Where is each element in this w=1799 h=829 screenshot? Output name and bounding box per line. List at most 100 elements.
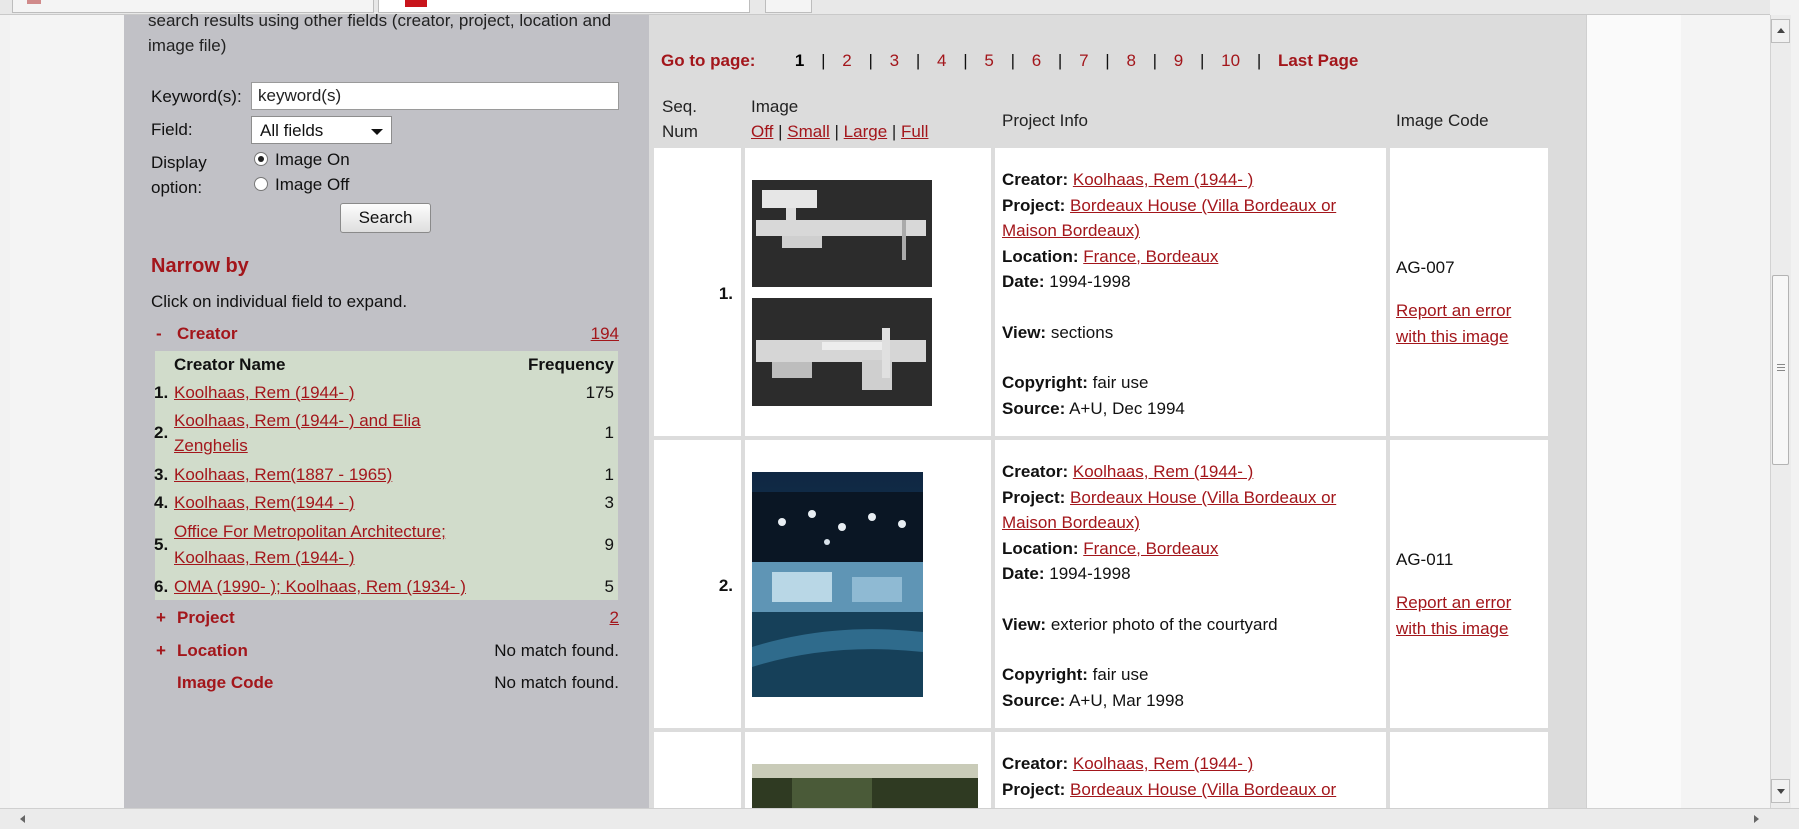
page-link-7[interactable]: 7 [1079, 51, 1088, 70]
image-on-radio[interactable] [254, 152, 268, 166]
thumbnail-detail [792, 778, 872, 808]
project-link[interactable]: Bordeaux House (Villa Bordeaux or [1070, 780, 1336, 799]
view-value: sections [1050, 322, 1114, 342]
creator-facet-table: Creator Name Frequency 1. Koolhaas, Rem … [154, 351, 618, 600]
copyright-value: fair use [1092, 665, 1149, 684]
facet-creator[interactable]: - Creator 194 [153, 324, 619, 350]
copyright-value: fair use [1092, 373, 1149, 392]
page-link-5[interactable]: 5 [984, 51, 993, 70]
facet-creator-count[interactable]: 194 [591, 324, 619, 344]
pager-separator: | [868, 51, 873, 70]
bar-separator: | [778, 122, 783, 141]
creator-link[interactable]: Koolhaas, Rem (1944- ) [1073, 462, 1253, 481]
creator-link[interactable]: Koolhaas, Rem (1944- ) [174, 383, 354, 403]
seq-number: 2. [718, 576, 733, 595]
search-button[interactable]: Search [340, 203, 431, 233]
image-full-link[interactable]: Full [901, 122, 928, 141]
arrow-left-icon[interactable] [20, 815, 25, 823]
field-select-value: All fields [260, 121, 324, 140]
row-number: 5. [154, 535, 169, 554]
image-off-link[interactable]: Off [751, 122, 773, 141]
source-value: A+U, Mar 1998 [1069, 690, 1184, 710]
image-large-link[interactable]: Large [844, 122, 887, 141]
facet-project[interactable]: + Project 2 [153, 608, 619, 634]
facet-project-count[interactable]: 2 [610, 608, 619, 628]
date-key: Date: [1002, 564, 1045, 583]
facet-creator-label[interactable]: Creator [177, 324, 237, 344]
page-link-6[interactable]: 6 [1032, 51, 1041, 70]
project-link-cont[interactable]: Maison Bordeaux) [1002, 221, 1140, 240]
location-key: Location: [1002, 538, 1079, 558]
facet-location-label[interactable]: Location [177, 641, 248, 661]
creator-link[interactable]: OMA (1990- ); Koolhaas, Rem (1934- ) [174, 577, 466, 597]
creator-link[interactable]: Office For Metropolitan Architecture; [174, 522, 446, 542]
report-error-line2[interactable]: with this image [1396, 619, 1508, 638]
location-link[interactable]: France, Bordeaux [1083, 539, 1218, 558]
project-link[interactable]: Bordeaux House (Villa Bordeaux or [1070, 488, 1336, 507]
creator-link[interactable]: Koolhaas, Rem (1944- ) [1073, 754, 1253, 773]
scroll-down-button[interactable] [1771, 779, 1790, 803]
display-option-label: Display option: [151, 153, 207, 197]
creator-link-cont[interactable]: Koolhaas, Rem (1944- ) [174, 548, 354, 568]
seq-header-line2: Num [662, 122, 698, 141]
image-off-radio[interactable] [254, 177, 268, 191]
image-off-label: Image Off [275, 175, 350, 194]
report-error-line1[interactable]: Report an error [1396, 301, 1511, 320]
facet-image-code: Image Code No match found. [153, 673, 619, 699]
pagination: Go to page: 1 | 2 | 3 | 4 | 5 | 6 | 7 | … [661, 51, 1358, 71]
facet-project-label[interactable]: Project [177, 608, 235, 628]
horizontal-scrollbar[interactable] [0, 808, 1799, 829]
report-error-line1[interactable]: Report an error [1396, 593, 1511, 612]
image-code-header: Image Code [1396, 111, 1489, 130]
pager-separator: | [1010, 51, 1015, 70]
result-thumbnail[interactable] [752, 764, 978, 808]
page-link-9[interactable]: 9 [1174, 51, 1183, 70]
location-link[interactable]: France, Bordeaux [1083, 247, 1218, 266]
narrow-by-heading: Narrow by [151, 255, 249, 277]
expand-icon[interactable]: + [156, 641, 166, 661]
project-link[interactable]: Bordeaux House (Villa Bordeaux or [1070, 196, 1336, 215]
search-intro-text: search results using other fields (creat… [148, 11, 612, 55]
scroll-up-button[interactable] [1771, 19, 1790, 43]
project-info: Creator: Koolhaas, Rem (1944- ) Project:… [1002, 751, 1380, 802]
page-link-8[interactable]: 8 [1126, 51, 1135, 70]
creator-link[interactable]: Koolhaas, Rem (1944- ) and Elia [174, 411, 421, 431]
expand-icon[interactable]: + [156, 608, 166, 628]
row-number: 3. [154, 465, 169, 484]
report-error-line2[interactable]: with this image [1396, 327, 1508, 346]
page-link-2[interactable]: 2 [842, 51, 851, 70]
arrow-right-icon[interactable] [1754, 815, 1759, 823]
page-link-3[interactable]: 3 [890, 51, 899, 70]
keyword-input[interactable] [251, 82, 619, 110]
pager-separator: | [1105, 51, 1110, 70]
creator-link[interactable]: Koolhaas, Rem (1944- ) [1073, 170, 1253, 189]
project-info-header: Project Info [1002, 111, 1088, 130]
creator-link-cont[interactable]: Zenghelis [174, 436, 248, 456]
creator-link[interactable]: Koolhaas, Rem(1887 - 1965) [174, 465, 392, 485]
report-error-link[interactable]: Report an error with this image [1396, 590, 1511, 641]
seq-number: 1. [718, 284, 733, 303]
field-select[interactable]: All fields [251, 116, 392, 144]
pager-separator: | [915, 51, 921, 70]
result-thumbnail[interactable] [752, 180, 932, 406]
vertical-scrollbar[interactable] [1770, 15, 1791, 808]
image-cell [745, 440, 991, 728]
collapse-icon[interactable]: - [156, 324, 162, 344]
page-link-10[interactable]: 10 [1221, 51, 1240, 70]
report-error-link[interactable]: Report an error with this image [1396, 298, 1511, 349]
browser-tab[interactable] [765, 0, 812, 13]
creator-link[interactable]: Koolhaas, Rem(1944 - ) [174, 493, 354, 513]
project-link-cont[interactable]: Maison Bordeaux) [1002, 513, 1140, 532]
facet-location[interactable]: + Location No match found. [153, 641, 619, 667]
last-page-link[interactable]: Last Page [1278, 51, 1358, 70]
image-code-cell: AG-011 Report an error with this image [1390, 440, 1548, 728]
image-cell [745, 732, 991, 808]
row-number: 4. [154, 493, 169, 512]
page-link-4[interactable]: 4 [937, 51, 946, 70]
section-drawing-image [752, 180, 932, 406]
image-cell [745, 148, 991, 436]
scrollbar-thumb[interactable] [1772, 275, 1789, 465]
result-thumbnail[interactable] [752, 472, 923, 697]
image-small-link[interactable]: Small [787, 122, 830, 141]
pager-separator: | [1200, 51, 1205, 70]
